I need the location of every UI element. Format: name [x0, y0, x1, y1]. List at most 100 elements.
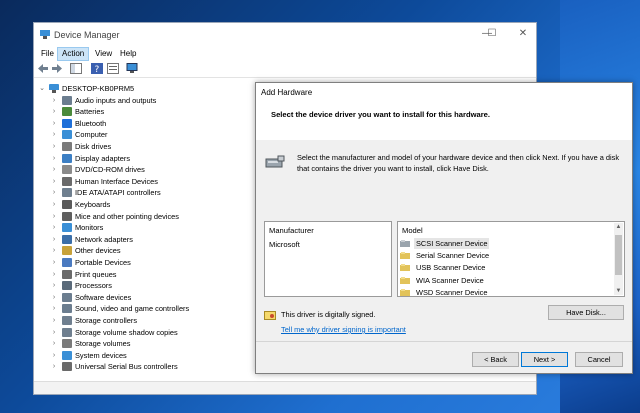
- tree-item-label: Audio inputs and outputs: [75, 95, 157, 105]
- chevron-right-icon[interactable]: ›: [50, 187, 58, 198]
- properties-icon[interactable]: [107, 63, 119, 74]
- tree-item-label: Human Interface Devices: [75, 176, 158, 186]
- device-category-icon: [62, 142, 72, 151]
- manufacturer-item[interactable]: Microsoft: [269, 240, 300, 249]
- chevron-right-icon[interactable]: ›: [50, 95, 58, 106]
- chevron-right-icon[interactable]: ›: [50, 153, 58, 164]
- scanner-driver-icon: [400, 252, 410, 260]
- chevron-right-icon[interactable]: ›: [50, 327, 58, 338]
- manufacturer-list[interactable]: Manufacturer Microsoft: [264, 221, 392, 297]
- status-bar: [34, 381, 536, 394]
- model-item[interactable]: Serial Scanner Device: [400, 250, 610, 261]
- scroll-up-icon[interactable]: ▲: [614, 224, 623, 230]
- chevron-right-icon[interactable]: ›: [50, 199, 58, 210]
- hardware-device-icon: [265, 155, 285, 168]
- model-item-label: SCSI Scanner Device: [414, 238, 490, 249]
- device-category-icon: [62, 339, 72, 349]
- have-disk-button[interactable]: Have Disk...: [548, 305, 624, 320]
- tree-item-label: Monitors: [75, 223, 104, 233]
- scanner-driver-icon: [400, 288, 410, 296]
- chevron-right-icon[interactable]: ›: [50, 222, 58, 233]
- chevron-right-icon[interactable]: ›: [50, 315, 58, 326]
- back-arrow-icon[interactable]: [37, 63, 49, 74]
- tree-item-label: Computer: [75, 130, 108, 140]
- chevron-right-icon[interactable]: ›: [50, 280, 58, 291]
- chevron-right-icon[interactable]: ›: [50, 269, 58, 280]
- model-item[interactable]: USB Scanner Device: [400, 262, 610, 273]
- chevron-right-icon[interactable]: ›: [50, 338, 58, 349]
- model-item[interactable]: SCSI Scanner Device: [400, 238, 610, 249]
- chevron-right-icon[interactable]: ›: [50, 141, 58, 152]
- add-hardware-dialog: Add Hardware Select the device driver yo…: [255, 82, 633, 374]
- model-item[interactable]: WIA Scanner Device: [400, 275, 610, 286]
- title-bar: Device Manager — ☐ ✕: [34, 23, 536, 47]
- chevron-right-icon[interactable]: ›: [50, 292, 58, 303]
- tree-item-label: Mice and other pointing devices: [75, 211, 179, 221]
- chevron-right-icon[interactable]: ›: [50, 176, 58, 187]
- device-category-icon: [62, 153, 72, 163]
- toolbar: ?: [34, 61, 536, 78]
- device-category-icon: [62, 188, 72, 198]
- model-item-label: WSD Scanner Device: [416, 287, 488, 297]
- scanner-driver-icon: [400, 240, 410, 247]
- maximize-button[interactable]: ☐: [485, 28, 499, 39]
- model-list[interactable]: Model ▲ ▼ SCSI Scanner Device Serial Scan…: [397, 221, 625, 297]
- device-category-icon: [62, 118, 72, 128]
- menu-bar: File Action View Help: [34, 47, 536, 61]
- tree-item-label: Software devices: [75, 292, 132, 302]
- back-button[interactable]: < Back: [472, 352, 519, 367]
- tree-root-label: DESKTOP-KB0PRM5: [62, 84, 135, 93]
- model-item[interactable]: WSD Scanner Device: [400, 287, 610, 298]
- chevron-right-icon[interactable]: ›: [50, 245, 58, 256]
- tree-item-label: IDE ATA/ATAPI controllers: [75, 188, 161, 198]
- chevron-right-icon[interactable]: ›: [50, 350, 58, 361]
- tree-item-label: Storage volumes: [75, 339, 131, 349]
- model-item-label: Serial Scanner Device: [416, 251, 490, 261]
- show-hide-console-tree-icon[interactable]: [70, 63, 82, 74]
- chevron-right-icon[interactable]: ›: [50, 106, 58, 117]
- model-list-scrollbar[interactable]: ▲ ▼: [614, 223, 623, 295]
- chevron-right-icon[interactable]: ›: [50, 118, 58, 129]
- chevron-down-icon[interactable]: ⌄: [38, 83, 46, 94]
- scrollbar-thumb[interactable]: [615, 235, 622, 275]
- device-category-icon: [62, 200, 72, 209]
- tree-item-label: Keyboards: [75, 200, 111, 209]
- cancel-button[interactable]: Cancel: [575, 352, 623, 367]
- scanner-driver-icon: [400, 276, 410, 284]
- chevron-right-icon[interactable]: ›: [50, 257, 58, 268]
- forward-arrow-icon[interactable]: [51, 63, 63, 74]
- menu-view[interactable]: View: [91, 48, 116, 60]
- tree-item-label: System devices: [75, 350, 127, 360]
- help-icon[interactable]: ?: [91, 63, 103, 74]
- chevron-right-icon[interactable]: ›: [50, 211, 58, 222]
- chevron-right-icon[interactable]: ›: [50, 129, 58, 140]
- tree-item-label: Storage volume shadow copies: [75, 327, 178, 337]
- device-category-icon: [62, 350, 72, 360]
- tree-item-label: Portable Devices: [75, 258, 131, 267]
- device-category-icon: [62, 246, 72, 256]
- tree-item-label: Print queues: [75, 269, 117, 279]
- menu-help[interactable]: Help: [116, 48, 140, 60]
- scroll-down-icon[interactable]: ▼: [614, 288, 623, 294]
- digitally-signed-icon: [264, 311, 276, 320]
- scan-hardware-icon[interactable]: [126, 63, 138, 74]
- chevron-right-icon[interactable]: ›: [50, 164, 58, 175]
- driver-signing-link[interactable]: Tell me why driver signing is important: [281, 325, 406, 334]
- manufacturer-header: Manufacturer: [269, 226, 314, 235]
- device-category-icon: [62, 211, 72, 221]
- dialog-title: Add Hardware: [261, 88, 313, 97]
- next-button[interactable]: Next >: [521, 352, 568, 367]
- button-separator: [256, 341, 632, 342]
- device-category-icon: [62, 258, 72, 267]
- device-category-icon: [62, 281, 72, 291]
- chevron-right-icon[interactable]: ›: [50, 361, 58, 372]
- device-category-icon: [62, 223, 72, 233]
- chevron-right-icon[interactable]: ›: [50, 234, 58, 245]
- model-item-label: USB Scanner Device: [416, 263, 486, 273]
- close-button[interactable]: ✕: [516, 28, 530, 39]
- menu-file[interactable]: File: [37, 48, 58, 60]
- tree-item-label: Network adapters: [75, 234, 133, 244]
- chevron-right-icon[interactable]: ›: [50, 303, 58, 314]
- menu-action[interactable]: Action: [57, 47, 90, 61]
- device-category-icon: [62, 269, 72, 279]
